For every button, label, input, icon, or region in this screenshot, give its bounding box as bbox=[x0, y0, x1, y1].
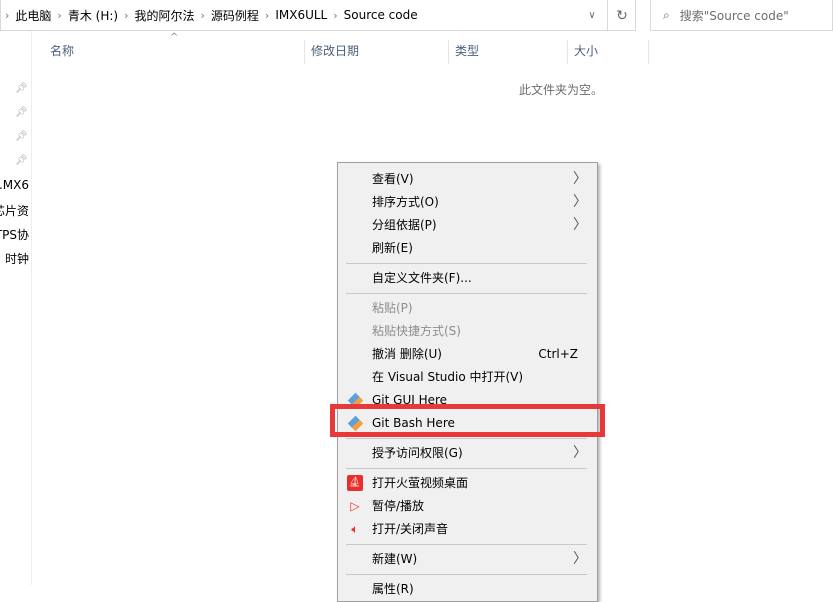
address-bar[interactable]: › 此电脑 › 青木 (H:) › 我的阿尔法 › 源码例程 › IMX6ULL › So… bbox=[0, 0, 636, 31]
chevron-right-icon[interactable]: › bbox=[57, 9, 61, 22]
huoying-icon: ⛵︎ bbox=[347, 475, 363, 491]
play-icon: ▷ bbox=[350, 499, 360, 513]
crumb-alpha[interactable]: 我的阿尔法 bbox=[134, 7, 194, 24]
breadcrumb: › 此电脑 › 青木 (H:) › 我的阿尔法 › 源码例程 › IMX6ULL › So… bbox=[1, 7, 579, 24]
chevron-right-icon[interactable]: › bbox=[333, 9, 337, 22]
chevron-right-icon: 〉 bbox=[573, 551, 587, 567]
label: 分组依据(P) bbox=[372, 218, 437, 232]
label: 打开火萤视频桌面 bbox=[372, 476, 469, 490]
label: 自定义文件夹(F)... bbox=[372, 271, 472, 285]
crumb-source-code[interactable]: Source code bbox=[344, 8, 418, 22]
menu-separator bbox=[346, 544, 587, 545]
menu-item-toggle-sound[interactable]: 🔈︎ 打开/关闭声音 bbox=[338, 518, 597, 540]
navigation-pane: 📌︎ 📌︎ 📌︎ 📌︎ I.MX6 芯片资 TPS协 时钟 bbox=[0, 31, 32, 585]
chevron-right-icon[interactable]: › bbox=[5, 9, 9, 22]
menu-separator bbox=[346, 574, 587, 575]
crumb-drive[interactable]: 青木 (H:) bbox=[68, 7, 118, 24]
column-header-size[interactable]: 大小 bbox=[568, 40, 649, 64]
label: 暂停/播放 bbox=[372, 499, 425, 513]
label: 撤消 删除(U) bbox=[372, 347, 442, 361]
context-menu: 查看(V) 〉 排序方式(O) 〉 分组依据(P) 〉 刷新(E) 自定义文件夹(F)… bbox=[337, 162, 598, 602]
menu-item-refresh[interactable]: 刷新(E) bbox=[338, 237, 597, 259]
nav-item[interactable]: 时钟 bbox=[5, 250, 29, 267]
chevron-right-icon[interactable]: › bbox=[265, 9, 269, 22]
chevron-right-icon: 〉 bbox=[573, 217, 587, 233]
nav-item[interactable]: I.MX6 bbox=[0, 178, 29, 192]
column-header-type[interactable]: 类型 bbox=[449, 40, 568, 64]
nav-item[interactable]: TPS协 bbox=[0, 226, 29, 243]
chevron-right-icon: 〉 bbox=[573, 171, 587, 187]
chevron-right-icon[interactable]: › bbox=[201, 9, 205, 22]
label: 粘贴快捷方式(S) bbox=[372, 324, 461, 338]
menu-item-new[interactable]: 新建(W) 〉 bbox=[338, 548, 597, 570]
label: 授予访问权限(G) bbox=[372, 446, 463, 460]
menu-separator bbox=[346, 293, 587, 294]
search-placeholder: 搜索"Source code" bbox=[679, 8, 789, 23]
column-header-name[interactable]: 名称 bbox=[44, 40, 305, 64]
menu-item-undo-delete[interactable]: 撤消 删除(U) Ctrl+Z bbox=[338, 343, 597, 365]
pin-icon: 📌︎ bbox=[15, 83, 28, 94]
shortcut: Ctrl+Z bbox=[538, 347, 578, 361]
column-header-modified[interactable]: 修改日期 bbox=[305, 40, 449, 64]
label: 查看(V) bbox=[372, 172, 414, 186]
menu-separator bbox=[346, 468, 587, 469]
label: 打开/关闭声音 bbox=[372, 522, 449, 536]
crumb-imx6ull[interactable]: IMX6ULL bbox=[275, 8, 327, 22]
crumb-source-examples[interactable]: 源码例程 bbox=[211, 7, 259, 24]
menu-item-view[interactable]: 查看(V) 〉 bbox=[338, 168, 597, 190]
refresh-icon[interactable]: ↻ bbox=[607, 0, 636, 31]
menu-item-group[interactable]: 分组依据(P) 〉 bbox=[338, 214, 597, 236]
chevron-right-icon: 〉 bbox=[573, 445, 587, 461]
pin-icon: 📌︎ bbox=[15, 131, 28, 142]
label: 属性(R) bbox=[372, 582, 414, 596]
highlight-box bbox=[330, 404, 605, 437]
label: 新建(W) bbox=[372, 552, 418, 566]
label: 刷新(E) bbox=[372, 241, 413, 255]
label: 粘贴(P) bbox=[372, 301, 413, 315]
menu-separator bbox=[346, 438, 587, 439]
menu-item-customize[interactable]: 自定义文件夹(F)... bbox=[338, 267, 597, 289]
label: 排序方式(O) bbox=[372, 195, 439, 209]
crumb-this-pc[interactable]: 此电脑 bbox=[15, 7, 51, 24]
chevron-down-icon[interactable]: ∨ bbox=[579, 10, 605, 21]
nav-item[interactable]: 芯片资 bbox=[0, 202, 29, 219]
menu-item-pause-play[interactable]: ▷ 暂停/播放 bbox=[338, 495, 597, 517]
menu-item-sort[interactable]: 排序方式(O) 〉 bbox=[338, 191, 597, 213]
empty-folder-message: 此文件夹为空。 bbox=[519, 83, 604, 97]
menu-item-paste[interactable]: 粘贴(P) bbox=[338, 297, 597, 319]
search-icon: ⌕ bbox=[663, 7, 670, 22]
menu-separator bbox=[346, 263, 587, 264]
menu-item-open-visual-studio[interactable]: 在 Visual Studio 中打开(V) bbox=[338, 366, 597, 388]
menu-item-open-huoying[interactable]: ⛵︎ 打开火萤视频桌面 bbox=[338, 472, 597, 494]
chevron-right-icon: 〉 bbox=[573, 194, 587, 210]
chevron-right-icon[interactable]: › bbox=[124, 9, 128, 22]
search-input[interactable]: ⌕ 搜索"Source code" bbox=[650, 0, 833, 31]
menu-item-properties[interactable]: 属性(R) bbox=[338, 578, 597, 600]
pin-icon: 📌︎ bbox=[15, 107, 28, 118]
speaker-icon: 🔈︎ bbox=[351, 522, 359, 536]
pin-icon: 📌︎ bbox=[15, 155, 28, 166]
label: 在 Visual Studio 中打开(V) bbox=[372, 370, 524, 384]
menu-item-paste-shortcut[interactable]: 粘贴快捷方式(S) bbox=[338, 320, 597, 342]
menu-item-grant-access[interactable]: 授予访问权限(G) 〉 bbox=[338, 442, 597, 464]
